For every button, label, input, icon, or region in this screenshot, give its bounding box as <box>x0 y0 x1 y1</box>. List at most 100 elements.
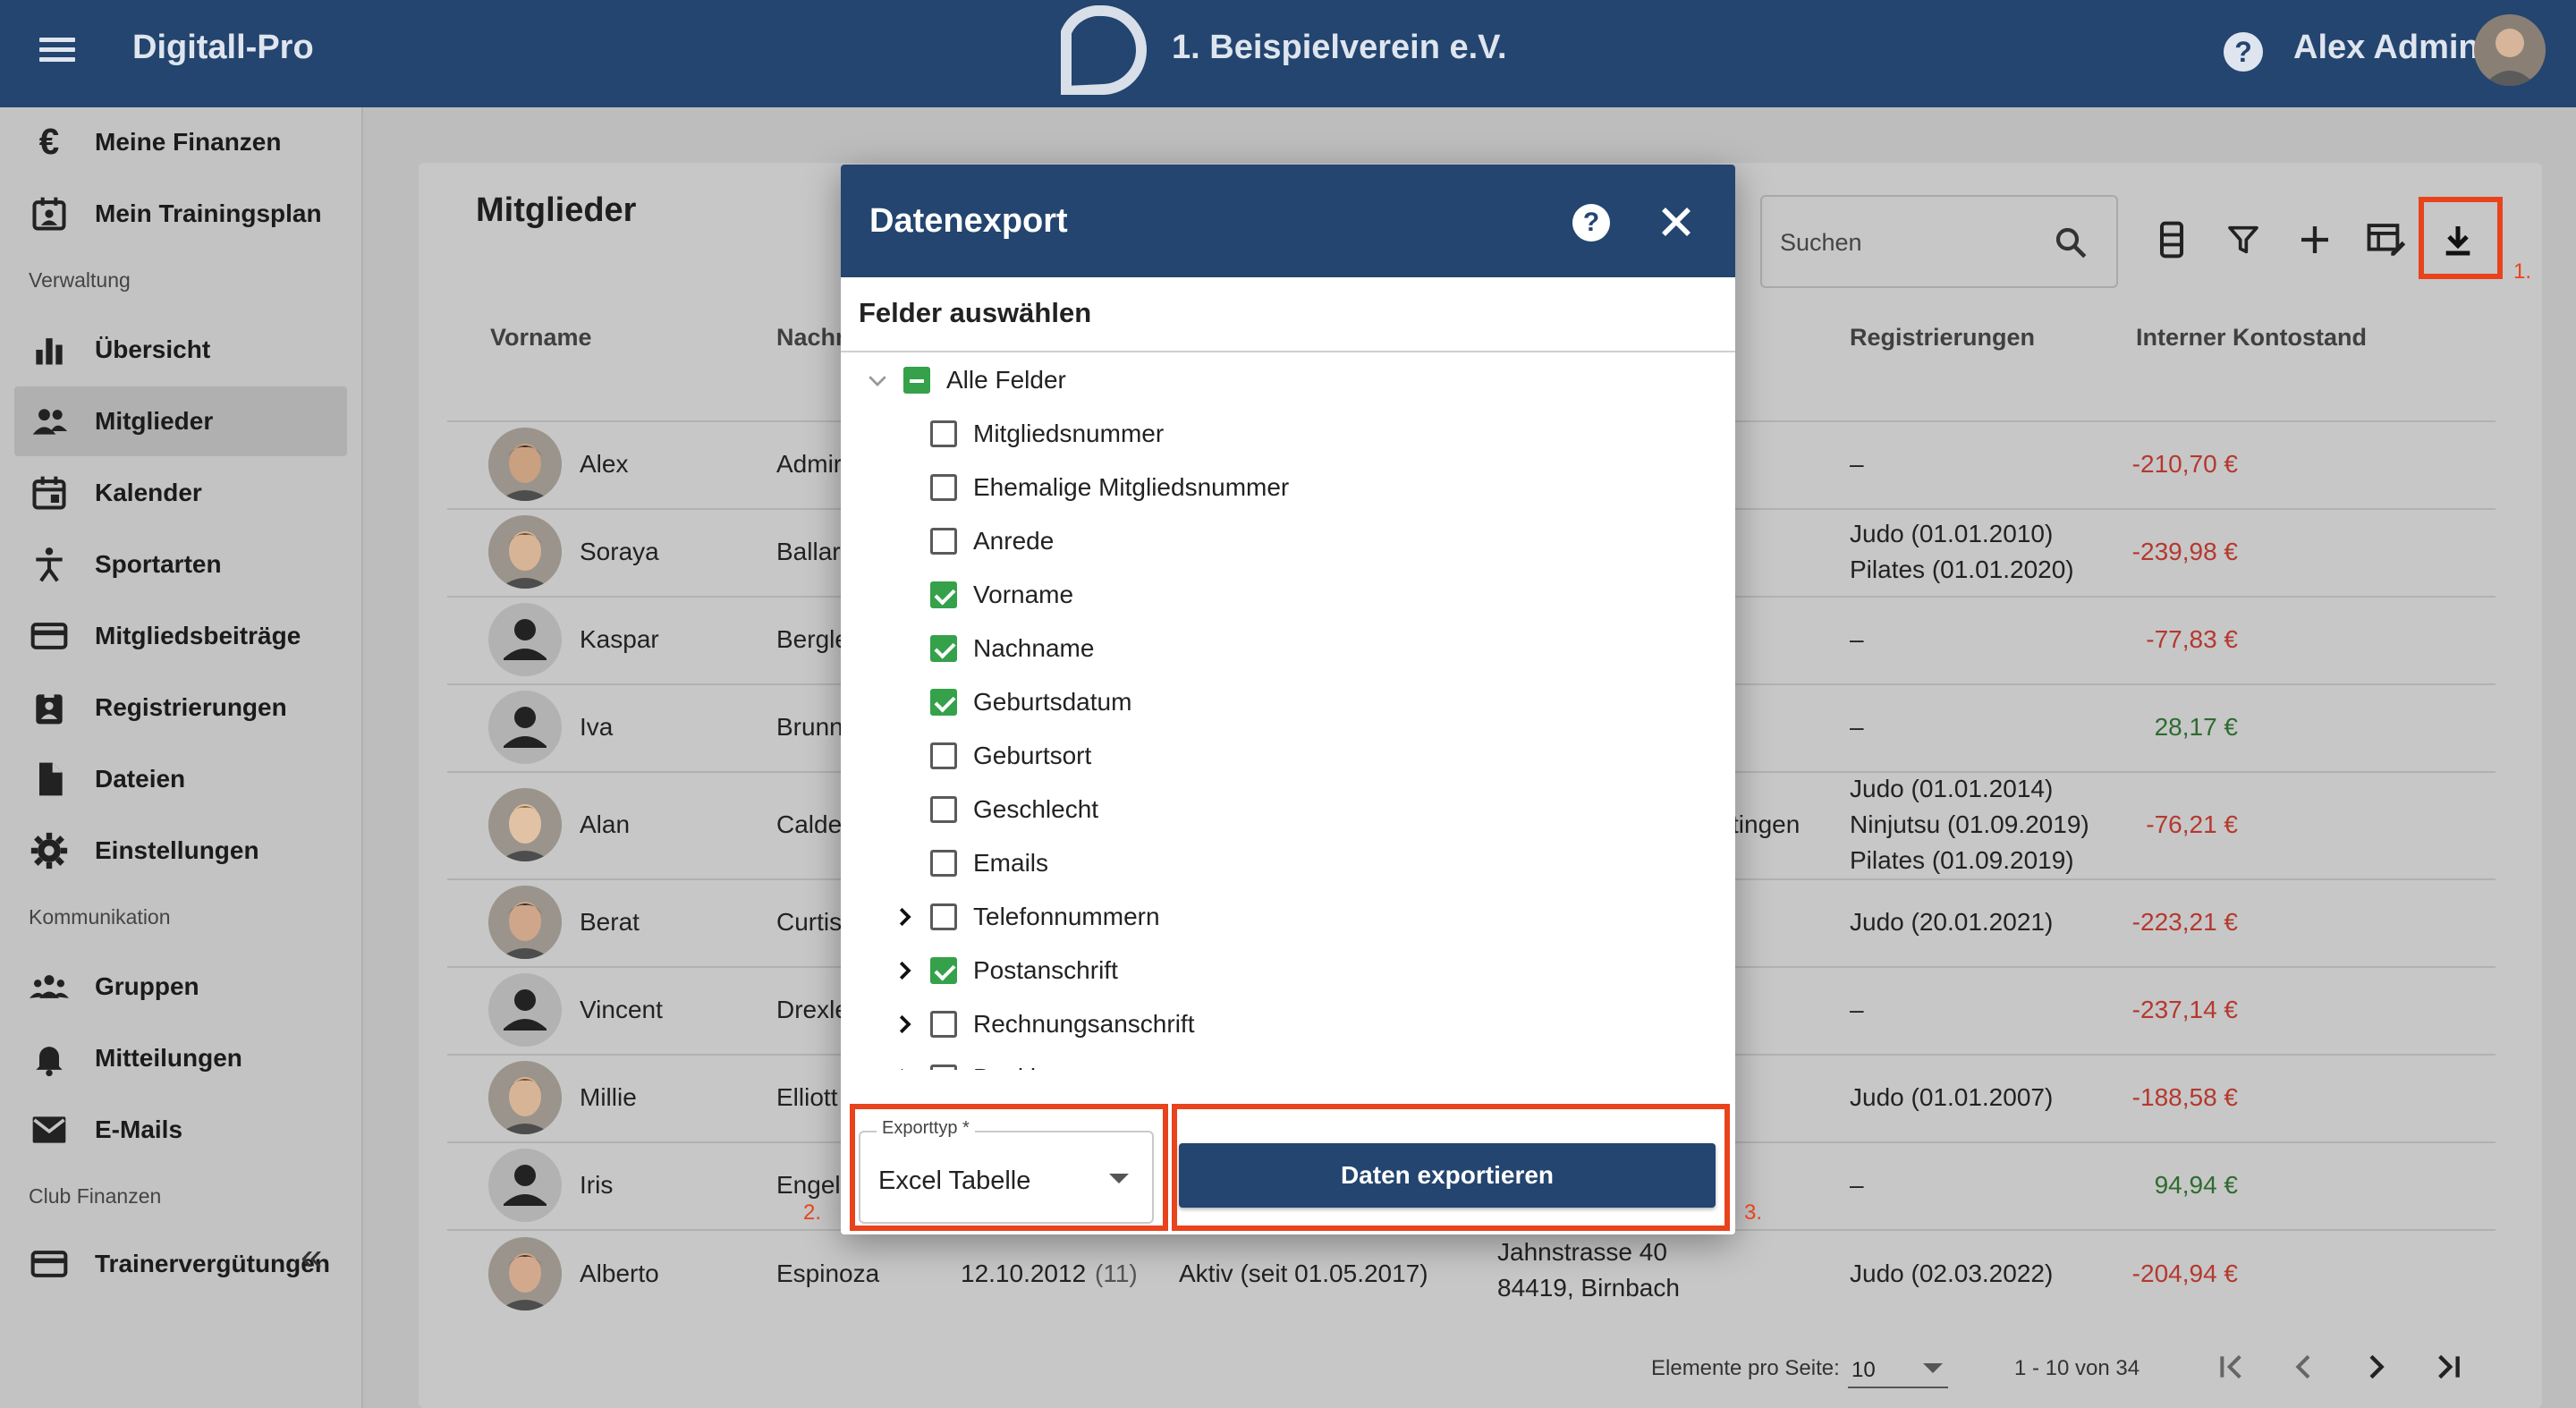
sidebar-item-trainervergütungen[interactable]: Trainervergütungen <box>14 1229 347 1299</box>
cell-kontostand: 94,94 € <box>2154 1171 2238 1199</box>
user-avatar[interactable] <box>2474 14 2546 86</box>
field-option[interactable]: Vorname <box>930 573 1073 617</box>
sport-icon <box>27 542 72 587</box>
field-option[interactable]: Emails <box>930 841 1048 886</box>
chevron-right-icon[interactable] <box>891 903 918 935</box>
field-option[interactable]: Alle Felder <box>903 358 1066 403</box>
checkbox[interactable] <box>930 903 957 930</box>
cell-kontostand: -77,83 € <box>2146 625 2238 653</box>
cell-registrierung: Judo (20.01.2021) <box>1850 908 2054 936</box>
table-edit-icon[interactable] <box>2361 215 2411 265</box>
sidebar-item-dateien[interactable]: Dateien <box>14 744 347 814</box>
cell-registrierung: Judo (01.01.2007) <box>1850 1083 2054 1111</box>
sidebar-item-mitgliedsbeiträge[interactable]: Mitgliedsbeiträge <box>14 601 347 671</box>
field-option[interactable]: Geburtsdatum <box>930 680 1131 725</box>
app-brand[interactable]: Digitall-Pro <box>132 29 314 67</box>
col-header-registrierungen[interactable]: Registrierungen <box>1850 324 2035 352</box>
sidebar-item-gruppen[interactable]: Gruppen <box>14 952 347 1022</box>
sidebar-item-einstellungen[interactable]: Einstellungen <box>14 816 347 886</box>
sidebar-item-mitglieder[interactable]: Mitglieder <box>14 386 347 456</box>
cell-vorname: Iva <box>580 713 614 741</box>
field-label: Emails <box>973 849 1049 877</box>
filter-icon[interactable] <box>2218 215 2268 265</box>
sidebar-item-mein-trainingsplan[interactable]: Mein Trainingsplan <box>14 179 347 249</box>
checkbox[interactable] <box>930 1011 957 1038</box>
field-option[interactable]: Anrede <box>930 519 1054 564</box>
cell-status: Aktiv (seit 01.05.2017) <box>1179 1260 1428 1287</box>
cell-kontostand: -223,21 € <box>2131 908 2238 936</box>
checkbox[interactable] <box>930 581 957 608</box>
cell-nachname: Bergle <box>776 625 849 653</box>
avatar <box>488 1237 562 1310</box>
field-label: Nachname <box>973 634 1095 662</box>
field-option[interactable]: Bankkonto <box>930 1056 1091 1070</box>
search-icon[interactable] <box>2052 224 2089 261</box>
search-input[interactable]: Suchen <box>1760 195 2118 288</box>
field-label: Geburtsort <box>973 742 1092 769</box>
cell-kontostand: -237,14 € <box>2131 996 2238 1023</box>
dialog-subtitle: Felder auswählen <box>859 297 1092 328</box>
help-icon[interactable]: ? <box>2224 32 2263 72</box>
prev-page-icon[interactable] <box>2286 1349 2322 1385</box>
cell-registrierung: Ninjutsu (01.09.2019) <box>1850 810 2089 838</box>
cell-registrierung: – <box>1850 996 1864 1023</box>
checkbox[interactable] <box>930 850 957 877</box>
checkbox[interactable] <box>930 528 957 555</box>
field-option[interactable]: Postanschrift <box>930 948 1118 993</box>
first-page-icon[interactable] <box>2215 1349 2250 1385</box>
cell-kontostand: -204,94 € <box>2131 1260 2238 1287</box>
checkbox[interactable] <box>930 742 957 769</box>
cell-registrierung: – <box>1850 1171 1864 1199</box>
next-page-icon[interactable] <box>2358 1349 2394 1385</box>
help-icon[interactable]: ? <box>1572 204 1610 242</box>
highlight-export-button <box>1172 1104 1730 1231</box>
cell-nachname: Admir <box>776 450 843 478</box>
field-label: Alle Felder <box>946 366 1066 394</box>
sidebar-item-übersicht[interactable]: Übersicht <box>14 315 347 385</box>
field-label: Geschlecht <box>973 795 1099 823</box>
field-option[interactable]: Ehemalige Mitgliedsnummer <box>930 465 1289 510</box>
cell-nachname: Engell <box>776 1171 846 1199</box>
menu-icon[interactable] <box>39 32 75 68</box>
sidebar-item-meine-finanzen[interactable]: € Meine Finanzen <box>14 107 347 177</box>
field-label: Geburtsdatum <box>973 688 1132 716</box>
col-header-nachname[interactable]: Nachn <box>776 324 851 352</box>
collapse-sidebar-icon[interactable]: « <box>301 1234 322 1279</box>
chevron-right-icon[interactable] <box>891 957 918 988</box>
checkbox[interactable] <box>930 635 957 662</box>
chevron-right-icon[interactable] <box>891 1011 918 1042</box>
checkbox[interactable] <box>930 957 957 984</box>
sidebar-item-sportarten[interactable]: Sportarten <box>14 530 347 599</box>
last-page-icon[interactable] <box>2429 1349 2465 1385</box>
sidebar-item-e-mails[interactable]: E-Mails <box>14 1095 347 1165</box>
cell-nachname: Drexle <box>776 996 849 1023</box>
annotation-step-2: 2. <box>803 1200 822 1225</box>
checkbox[interactable] <box>903 367 930 394</box>
page-size-select[interactable]: 10 <box>1848 1353 1948 1388</box>
cell-nachname: Brunn <box>776 713 843 741</box>
sidebar-item-kalender[interactable]: Kalender <box>14 458 347 528</box>
checkbox[interactable] <box>930 796 957 823</box>
field-option[interactable]: Geschlecht <box>930 787 1098 832</box>
column-view-icon[interactable] <box>2147 215 2197 265</box>
field-option[interactable]: Telefonnummern <box>930 895 1160 939</box>
avatar <box>488 1061 562 1134</box>
col-header-vorname[interactable]: Vorname <box>490 324 592 352</box>
checkbox[interactable] <box>930 420 957 447</box>
user-name[interactable]: Alex Admin <box>2293 29 2479 67</box>
col-header-kontostand[interactable]: Interner Kontostand <box>2136 324 2367 352</box>
checkbox[interactable] <box>930 689 957 716</box>
checkbox[interactable] <box>930 474 957 501</box>
sidebar-item-mitteilungen[interactable]: Mitteilungen <box>14 1023 347 1093</box>
cell-vorname: Alan <box>580 810 631 838</box>
add-icon[interactable] <box>2290 215 2340 265</box>
field-option[interactable]: Mitgliedsnummer <box>930 411 1164 456</box>
chevron-down-icon[interactable] <box>864 367 891 398</box>
field-option[interactable]: Nachname <box>930 626 1094 671</box>
field-option[interactable]: Rechnungsanschrift <box>930 1002 1194 1047</box>
field-option[interactable]: Geburtsort <box>930 734 1091 778</box>
close-icon[interactable] <box>1651 197 1701 247</box>
sidebar-item-registrierungen[interactable]: Registrierungen <box>14 673 347 742</box>
cell-registrierung: Judo (02.03.2022) <box>1850 1260 2054 1287</box>
cell-registrierung: Pilates (01.09.2019) <box>1850 846 2074 874</box>
